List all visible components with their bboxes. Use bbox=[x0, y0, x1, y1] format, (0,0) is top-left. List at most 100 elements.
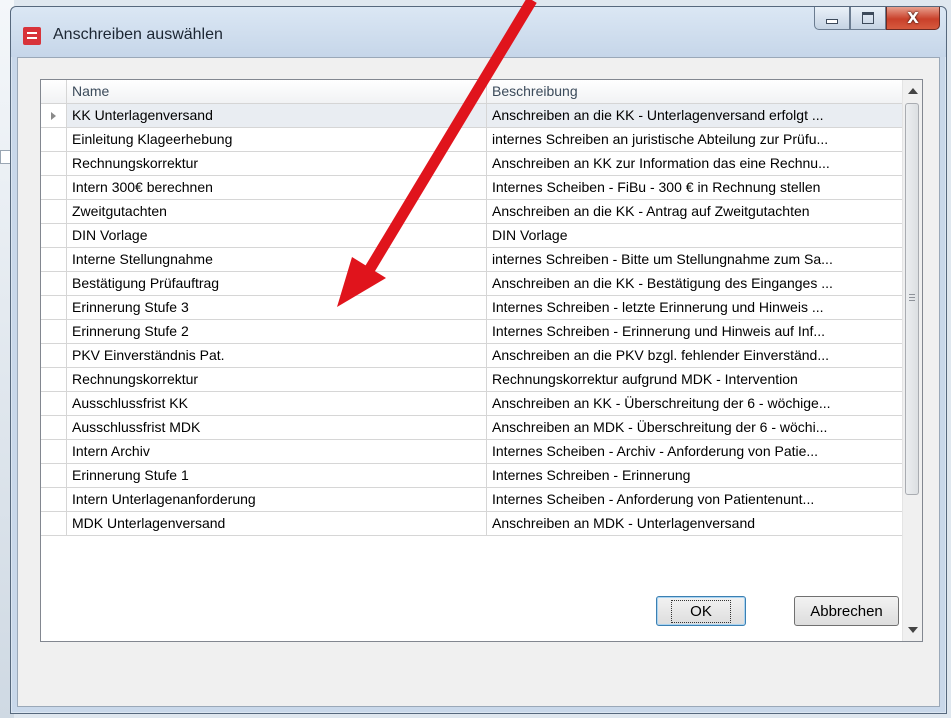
cell-name[interactable]: MDK Unterlagenversand bbox=[67, 512, 487, 535]
table-row[interactable]: PKV Einverständnis Pat. Anschreiben an di… bbox=[41, 344, 902, 368]
cell-name[interactable]: Einleitung Klageerhebung bbox=[67, 128, 487, 151]
row-indicator-cell[interactable] bbox=[41, 128, 67, 151]
minimize-button[interactable] bbox=[814, 7, 850, 30]
cell-name[interactable]: Intern Unterlagenanforderung bbox=[67, 488, 487, 511]
row-indicator-cell[interactable] bbox=[41, 344, 67, 367]
table-row[interactable]: Erinnerung Stufe 1 Internes Schreiben - E… bbox=[41, 464, 902, 488]
table-row[interactable]: MDK Unterlagenversand Anschreiben an MDK … bbox=[41, 512, 902, 536]
scroll-up-button[interactable] bbox=[903, 82, 922, 100]
cancel-button[interactable]: Abbrechen bbox=[794, 596, 899, 626]
ok-button-label: OK bbox=[671, 599, 731, 623]
table-row[interactable]: Rechnungskorrektur Anschreiben an KK zur … bbox=[41, 152, 902, 176]
maximize-button[interactable] bbox=[850, 7, 886, 30]
ok-button[interactable]: OK bbox=[656, 596, 746, 626]
row-indicator-cell[interactable] bbox=[41, 416, 67, 439]
cell-description[interactable]: Rechnungskorrektur aufgrund MDK - Interv… bbox=[487, 368, 902, 391]
cell-description[interactable]: Anschreiben an die KK - Antrag auf Zweit… bbox=[487, 200, 902, 223]
table-row[interactable]: KK Unterlagenversand Anschreiben an die K… bbox=[41, 104, 902, 128]
table-row[interactable]: Intern Archiv Internes Scheiben - Archiv … bbox=[41, 440, 902, 464]
cell-description[interactable]: Internes Schreiben - Erinnerung bbox=[487, 464, 902, 487]
cell-name[interactable]: Zweitgutachten bbox=[67, 200, 487, 223]
scrollbar-thumb[interactable] bbox=[905, 103, 919, 495]
row-indicator-cell[interactable] bbox=[41, 320, 67, 343]
cell-description[interactable]: Anschreiben an die PKV bzgl. fehlender E… bbox=[487, 344, 902, 367]
grid-header-row: Name Beschreibung bbox=[41, 80, 902, 104]
row-indicator-cell[interactable] bbox=[41, 296, 67, 319]
cell-description[interactable]: DIN Vorlage bbox=[487, 224, 902, 247]
arrow-up-icon bbox=[907, 88, 918, 94]
cell-name[interactable]: DIN Vorlage bbox=[67, 224, 487, 247]
minimize-icon bbox=[826, 18, 838, 24]
cell-description[interactable]: Anschreiben an die KK - Bestätigung des … bbox=[487, 272, 902, 295]
cell-name[interactable]: Bestätigung Prüfauftrag bbox=[67, 272, 487, 295]
cell-description[interactable]: Anschreiben an MDK - Überschreitung der … bbox=[487, 416, 902, 439]
cell-description[interactable]: internes Schreiben - Bitte um Stellungna… bbox=[487, 248, 902, 271]
cell-description[interactable]: Anschreiben an KK - Überschreitung der 6… bbox=[487, 392, 902, 415]
grip-line bbox=[909, 294, 915, 295]
table-row[interactable]: Bestätigung Prüfauftrag Anschreiben an di… bbox=[41, 272, 902, 296]
current-row-icon bbox=[51, 112, 56, 120]
column-header-description[interactable]: Beschreibung bbox=[487, 80, 902, 103]
row-indicator-cell[interactable] bbox=[41, 224, 67, 247]
cell-name[interactable]: Rechnungskorrektur bbox=[67, 152, 487, 175]
cell-description[interactable]: Anschreiben an MDK - Unterlagenversand bbox=[487, 512, 902, 535]
row-indicator-cell[interactable] bbox=[41, 392, 67, 415]
cell-description[interactable]: Anschreiben an die KK - Unterlagenversan… bbox=[487, 104, 902, 127]
grid-body: Name Beschreibung KK Unterlagenversand An… bbox=[41, 80, 902, 536]
title-bar[interactable]: Anschreiben auswählen X bbox=[11, 7, 946, 57]
row-indicator-cell[interactable] bbox=[41, 104, 67, 127]
cell-name[interactable]: KK Unterlagenversand bbox=[67, 104, 487, 127]
cell-description[interactable]: Internes Scheiben - Anforderung von Pati… bbox=[487, 488, 902, 511]
cell-description[interactable]: Internes Schreiben - letzte Erinnerung u… bbox=[487, 296, 902, 319]
cell-description[interactable]: Internes Schreiben - Erinnerung und Hinw… bbox=[487, 320, 902, 343]
cell-name[interactable]: Erinnerung Stufe 3 bbox=[67, 296, 487, 319]
cell-name[interactable]: Erinnerung Stufe 2 bbox=[67, 320, 487, 343]
cell-name[interactable]: Erinnerung Stufe 1 bbox=[67, 464, 487, 487]
row-indicator-cell[interactable] bbox=[41, 464, 67, 487]
row-indicator-cell[interactable] bbox=[41, 176, 67, 199]
arrow-down-icon bbox=[907, 627, 918, 633]
grip-line bbox=[909, 300, 915, 301]
column-header-name[interactable]: Name bbox=[67, 80, 487, 103]
row-indicator-cell[interactable] bbox=[41, 368, 67, 391]
row-indicator-cell[interactable] bbox=[41, 200, 67, 223]
table-row[interactable]: DIN Vorlage DIN Vorlage bbox=[41, 224, 902, 248]
table-row[interactable]: Einleitung Klageerhebung internes Schreib… bbox=[41, 128, 902, 152]
cell-name[interactable]: Intern Archiv bbox=[67, 440, 487, 463]
cell-name[interactable]: PKV Einverständnis Pat. bbox=[67, 344, 487, 367]
window-title: Anschreiben auswählen bbox=[53, 26, 223, 43]
grip-line bbox=[909, 297, 915, 298]
row-indicator-cell[interactable] bbox=[41, 512, 67, 535]
table-row[interactable]: Rechnungskorrektur Rechnungskorrektur auf… bbox=[41, 368, 902, 392]
row-indicator-cell[interactable] bbox=[41, 440, 67, 463]
cell-name[interactable]: Ausschlussfrist KK bbox=[67, 392, 487, 415]
cell-name[interactable]: Interne Stellungnahme bbox=[67, 248, 487, 271]
table-row[interactable]: Ausschlussfrist KK Anschreiben an KK - Üb… bbox=[41, 392, 902, 416]
table-row[interactable]: Erinnerung Stufe 3 Internes Schreiben - l… bbox=[41, 296, 902, 320]
table-row[interactable]: Intern 300€ berechnen Internes Scheiben -… bbox=[41, 176, 902, 200]
close-icon: X bbox=[907, 9, 919, 27]
table-row[interactable]: Intern Unterlagenanforderung Internes Sch… bbox=[41, 488, 902, 512]
row-indicator-cell[interactable] bbox=[41, 248, 67, 271]
header-indicator-cell bbox=[41, 80, 67, 103]
table-row[interactable]: Zweitgutachten Anschreiben an die KK - An… bbox=[41, 200, 902, 224]
row-indicator-cell[interactable] bbox=[41, 152, 67, 175]
table-row[interactable]: Ausschlussfrist MDK Anschreiben an MDK - … bbox=[41, 416, 902, 440]
cell-name[interactable]: Rechnungskorrektur bbox=[67, 368, 487, 391]
cell-description[interactable]: Internes Scheiben - Archiv - Anforderung… bbox=[487, 440, 902, 463]
cell-name[interactable]: Ausschlussfrist MDK bbox=[67, 416, 487, 439]
cell-description[interactable]: Internes Scheiben - FiBu - 300 € in Rech… bbox=[487, 176, 902, 199]
table-row[interactable]: Interne Stellungnahme internes Schreiben … bbox=[41, 248, 902, 272]
caption-buttons: X bbox=[814, 7, 940, 30]
cell-name[interactable]: Intern 300€ berechnen bbox=[67, 176, 487, 199]
row-indicator-cell[interactable] bbox=[41, 272, 67, 295]
app-icon bbox=[23, 27, 41, 45]
scroll-down-button[interactable] bbox=[903, 621, 922, 639]
table-row[interactable]: Erinnerung Stufe 2 Internes Schreiben - E… bbox=[41, 320, 902, 344]
cell-description[interactable]: internes Schreiben an juristische Abteil… bbox=[487, 128, 902, 151]
close-button[interactable]: X bbox=[886, 7, 940, 30]
cell-description[interactable]: Anschreiben an KK zur Information das ei… bbox=[487, 152, 902, 175]
vertical-scrollbar[interactable] bbox=[902, 80, 922, 641]
row-indicator-cell[interactable] bbox=[41, 488, 67, 511]
template-grid: Name Beschreibung KK Unterlagenversand An… bbox=[40, 79, 923, 642]
